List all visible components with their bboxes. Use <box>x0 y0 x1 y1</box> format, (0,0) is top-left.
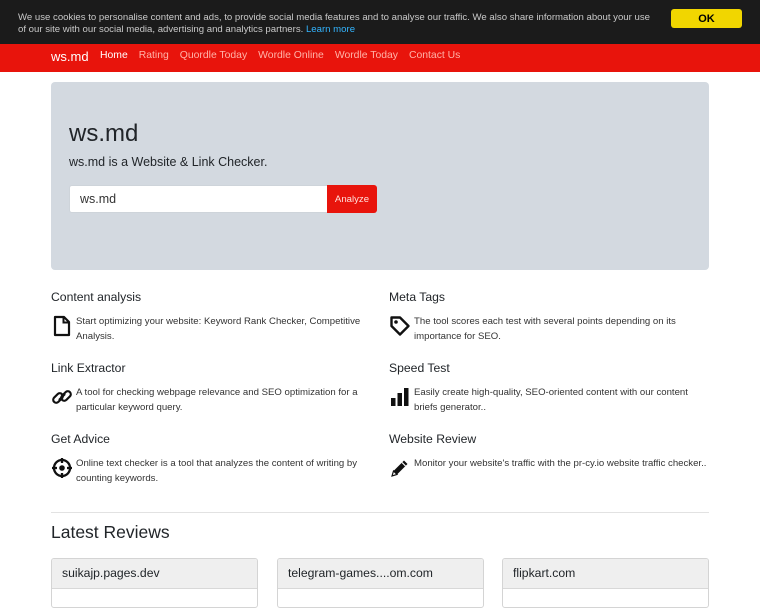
cookie-message: We use cookies to personalise content an… <box>18 12 658 36</box>
domain-input[interactable] <box>69 185 327 213</box>
tag-icon <box>389 315 411 337</box>
analyze-button[interactable]: Analyze <box>327 185 377 213</box>
feature-title: Content analysis <box>51 290 142 304</box>
nav-links: Home Rating Quordle Today Wordle Online … <box>100 50 460 61</box>
hero-panel: ws.md ws.md is a Website & Link Checker.… <box>51 82 709 270</box>
feature-text: The tool scores each test with several p… <box>414 316 676 342</box>
feature-title: Get Advice <box>51 432 110 446</box>
pencil-icon <box>389 457 411 479</box>
feature-title: Speed Test <box>389 361 450 375</box>
nav-link-wordle-online[interactable]: Wordle Online <box>258 50 324 61</box>
feature-website-review: Website Review Monitor your website's tr… <box>389 432 709 477</box>
feature-text: Monitor your website's traffic with the … <box>414 458 707 469</box>
nav-link-home[interactable]: Home <box>100 50 128 61</box>
review-card[interactable]: flipkart.com <box>502 558 709 608</box>
nav-link-quordle-today[interactable]: Quordle Today <box>180 50 247 61</box>
nav-link-wordle-today[interactable]: Wordle Today <box>335 50 398 61</box>
review-card[interactable]: telegram-games....om.com <box>277 558 484 608</box>
cookie-learn-more-link[interactable]: Learn more <box>306 24 355 35</box>
feature-link-extractor: Link Extractor A tool for checking webpa… <box>51 361 371 415</box>
review-card-title[interactable]: telegram-games....om.com <box>278 559 483 589</box>
link-icon <box>51 386 73 408</box>
feature-meta-tags: Meta Tags The tool scores each test with… <box>389 290 709 344</box>
navbar: ws.md Home Rating Quordle Today Wordle O… <box>0 44 760 72</box>
feature-title: Link Extractor <box>51 361 126 375</box>
latest-reviews-heading: Latest Reviews <box>51 522 170 542</box>
feature-text: A tool for checking webpage relevance an… <box>76 387 358 413</box>
nav-link-contact-us[interactable]: Contact Us <box>409 50 460 61</box>
review-card-title[interactable]: suikajp.pages.dev <box>52 559 257 589</box>
cookie-banner: We use cookies to personalise content an… <box>0 0 760 44</box>
bar-chart-icon <box>389 386 411 408</box>
page-subtitle: ws.md is a Website & Link Checker. <box>69 155 268 169</box>
review-card[interactable]: suikajp.pages.dev <box>51 558 258 608</box>
cookie-ok-button[interactable]: OK <box>671 9 742 28</box>
document-icon <box>51 315 73 337</box>
crosshair-icon <box>51 457 73 479</box>
feature-text: Start optimizing your website: Keyword R… <box>76 316 361 342</box>
feature-text: Easily create high-quality, SEO-oriented… <box>414 387 688 413</box>
feature-title: Website Review <box>389 432 477 446</box>
feature-content-analysis: Content analysis Start optimizing your w… <box>51 290 371 344</box>
section-divider <box>51 512 709 513</box>
brand-link[interactable]: ws.md <box>51 49 89 64</box>
feature-speed-test: Speed Test Easily create high-quality, S… <box>389 361 709 415</box>
feature-text: Online text checker is a tool that analy… <box>76 458 358 484</box>
nav-link-rating[interactable]: Rating <box>139 50 169 61</box>
feature-get-advice: Get Advice Online text checker is a tool… <box>51 432 371 486</box>
feature-title: Meta Tags <box>389 290 446 304</box>
page-title: ws.md <box>69 120 139 147</box>
review-card-title[interactable]: flipkart.com <box>503 559 708 589</box>
